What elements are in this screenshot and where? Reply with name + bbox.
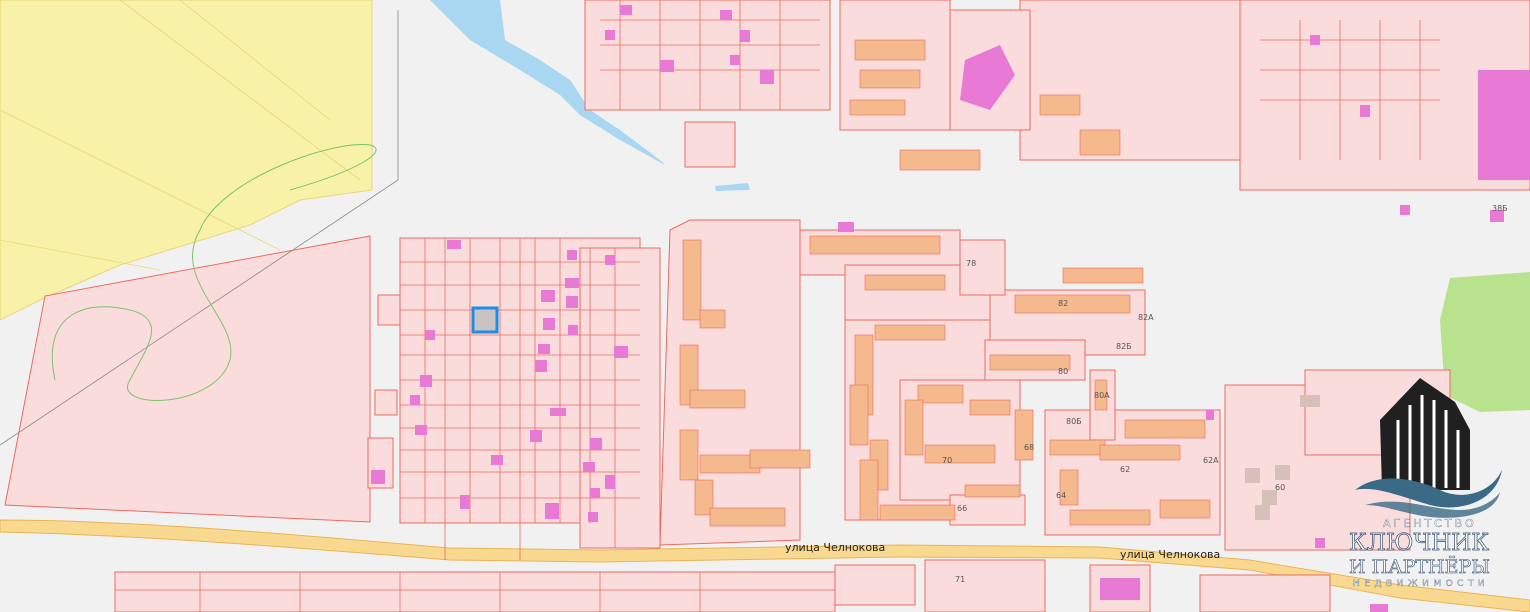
svg-text:38Б: 38Б	[1492, 204, 1508, 213]
parcel-grid-west[interactable]	[367, 237, 661, 549]
south-house	[1100, 578, 1140, 600]
svg-text:82А: 82А	[1138, 313, 1154, 322]
svg-text:82: 82	[1058, 299, 1068, 308]
svg-text:60: 60	[1275, 483, 1285, 492]
north-east-building	[1478, 70, 1530, 180]
brand-line-partners: И ПАРТНЁРЫ	[1349, 556, 1491, 579]
svg-text:66: 66	[957, 504, 967, 513]
svg-text:64: 64	[1056, 491, 1066, 500]
svg-text:80: 80	[1058, 367, 1068, 376]
svg-text:80Б: 80Б	[1066, 417, 1082, 426]
svg-text:71: 71	[955, 575, 965, 584]
brand-line-realty: НЕДВИЖИМОСТИ	[1353, 579, 1490, 589]
svg-text:62: 62	[1120, 465, 1130, 474]
svg-text:68: 68	[1024, 443, 1034, 452]
svg-text:70: 70	[942, 456, 952, 465]
cadastral-map[interactable]: P	[0, 0, 1530, 612]
brand-watermark: АГЕНТСТВО КЛЮЧНИК И ПАРТНЁРЫ НЕДВИЖИМОСТ…	[1345, 372, 1520, 600]
svg-text:82Б: 82Б	[1116, 342, 1132, 351]
brand-line-name: КЛЮЧНИК	[1349, 530, 1490, 557]
brand-line-agency: АГЕНТСТВО	[1383, 517, 1477, 530]
svg-text:80А: 80А	[1094, 391, 1110, 400]
street-label-1: улица Челнокова	[785, 541, 885, 554]
highlighted-parcel[interactable]	[471, 306, 499, 334]
street-label-2: улица Челнокова	[1120, 548, 1220, 561]
south-east-house	[1370, 604, 1388, 612]
svg-text:62А: 62А	[1203, 456, 1219, 465]
svg-text:78: 78	[966, 259, 976, 268]
